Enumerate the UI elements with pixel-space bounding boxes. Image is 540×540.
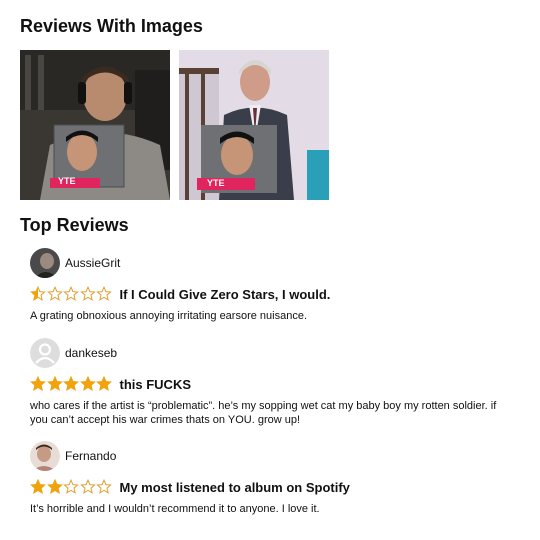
author-name[interactable]: AussieGrit — [65, 256, 120, 270]
user-avatar[interactable] — [30, 441, 60, 471]
avatar-placeholder — [30, 338, 60, 368]
star-half-icon — [30, 286, 46, 301]
star-empty-icon — [63, 479, 79, 494]
avatar-photo — [30, 248, 60, 278]
review-title: If I Could Give Zero Stars, I would. — [119, 286, 331, 302]
star-filled-icon — [30, 479, 46, 494]
review-image-2[interactable]: YTE — [179, 50, 329, 200]
review-image-2-photo — [179, 50, 329, 200]
star-filled-icon — [96, 376, 112, 391]
review-image-1-photo — [20, 50, 170, 200]
album-label-text: YTE — [207, 178, 225, 188]
default-user-icon[interactable] — [30, 338, 60, 368]
star-rating — [30, 376, 113, 392]
star-rating — [30, 286, 113, 302]
star-empty-icon — [96, 479, 112, 494]
user-avatar[interactable] — [30, 248, 60, 278]
avatar-photo — [30, 441, 60, 471]
review-body: who cares if the artist is “problematic”… — [30, 400, 497, 426]
star-filled-icon — [46, 479, 63, 494]
star-empty-icon — [79, 479, 96, 494]
author-name[interactable]: Fernando — [65, 449, 116, 463]
author-name[interactable]: dankeseb — [65, 346, 117, 360]
review-body: A grating obnoxious annoying irritating … — [30, 310, 308, 322]
review-title: this FUCKS — [119, 376, 192, 392]
star-filled-icon — [79, 376, 96, 391]
reviews-with-images-heading: Reviews With Images — [20, 16, 203, 36]
review-author[interactable]: Fernando — [30, 440, 520, 472]
review-author[interactable]: dankeseb — [30, 337, 520, 369]
star-filled-icon — [63, 376, 79, 391]
star-rating — [30, 479, 113, 495]
star-filled-icon — [30, 376, 46, 391]
review-card: Fernando My most listened to album on Sp… — [30, 440, 520, 516]
star-empty-icon — [96, 286, 112, 301]
star-empty-icon — [79, 286, 96, 301]
star-empty-icon — [46, 286, 63, 301]
review-card: AussieGrit If I Could Give Zero Stars, I… — [30, 247, 520, 323]
star-empty-icon — [63, 286, 79, 301]
star-filled-icon — [46, 376, 63, 391]
review-image-1[interactable]: YTE — [20, 50, 170, 200]
review-card: dankeseb this FUCKS who cares if the art… — [30, 337, 520, 427]
review-body: It’s horrible and I wouldn’t recommend i… — [30, 503, 320, 515]
album-label-text: YTE — [58, 176, 76, 186]
top-reviews-heading: Top Reviews — [20, 215, 129, 235]
review-title: My most listened to album on Spotify — [119, 479, 350, 495]
review-author[interactable]: AussieGrit — [30, 247, 520, 279]
